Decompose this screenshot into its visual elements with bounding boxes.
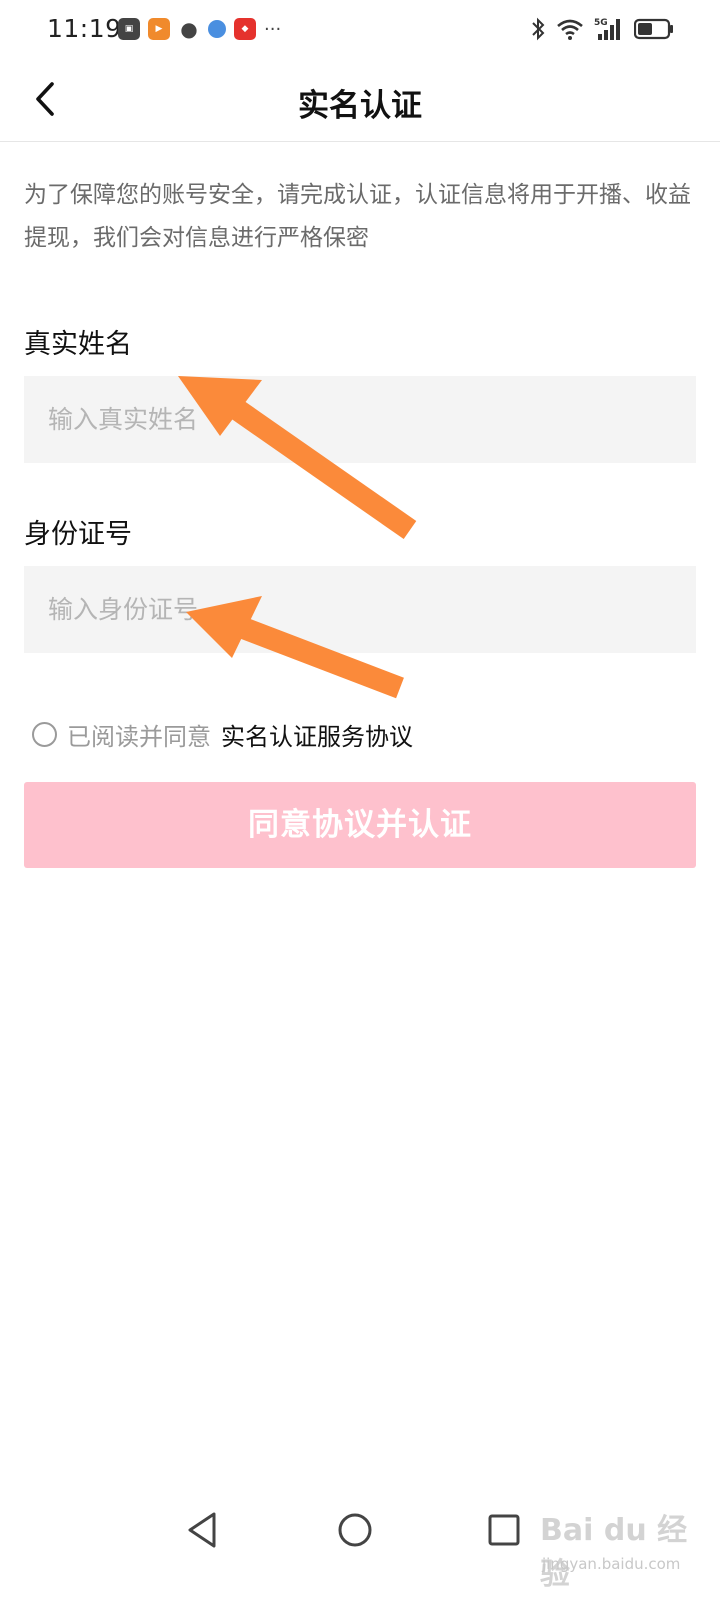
agreement-radio[interactable]: [32, 721, 57, 747]
circle-home-icon: [338, 1513, 372, 1547]
bluetooth-icon: [532, 17, 545, 41]
agreement-prefix: 已阅读并同意: [67, 722, 211, 751]
system-icons: 5G: [530, 16, 674, 42]
id-number-label: 身份证号: [24, 519, 132, 550]
app-notification-icon: [208, 20, 226, 38]
battery-icon: [634, 18, 673, 40]
message-bubble-icon: ●: [180, 17, 198, 41]
real-name-input[interactable]: [24, 376, 696, 463]
triangle-back-icon: [188, 1512, 216, 1548]
real-name-label: 真实姓名: [24, 329, 132, 360]
wifi-icon: [557, 19, 583, 40]
page-title: 实名认证: [298, 88, 422, 124]
notification-icons: ▣ ▶ ● ◆ ···: [118, 17, 282, 41]
square-recent-icon: [488, 1514, 520, 1546]
more-notifications-icon: ···: [264, 18, 282, 40]
nav-recent-button[interactable]: [487, 1510, 521, 1554]
system-nav-bar: [0, 1500, 720, 1560]
status-bar: 11:19 ▣ ▶ ● ◆ ··· 5G: [0, 0, 720, 62]
network-type-label: 5G: [594, 18, 608, 28]
app-notification-icon: ▣: [118, 18, 140, 40]
app-notification-icon: ◆: [234, 18, 256, 40]
signal-5g-icon: 5G: [594, 18, 620, 40]
agree-and-verify-button[interactable]: 同意协议并认证: [24, 782, 696, 868]
intro-text: 为了保障您的账号安全，请完成认证，认证信息将用于开播、收益提现，我们会对信息进行…: [24, 182, 691, 251]
agreement-link[interactable]: 实名认证服务协议: [221, 717, 413, 752]
id-number-input[interactable]: [24, 566, 696, 653]
nav-back-button[interactable]: [186, 1510, 220, 1554]
status-time: 11:19: [47, 14, 122, 43]
video-app-icon: ▶: [148, 18, 170, 40]
nav-home-button[interactable]: [337, 1510, 373, 1554]
agreement-row: 已阅读并同意 实名认证服务协议: [32, 717, 413, 751]
page-header: 实名认证: [0, 62, 720, 142]
